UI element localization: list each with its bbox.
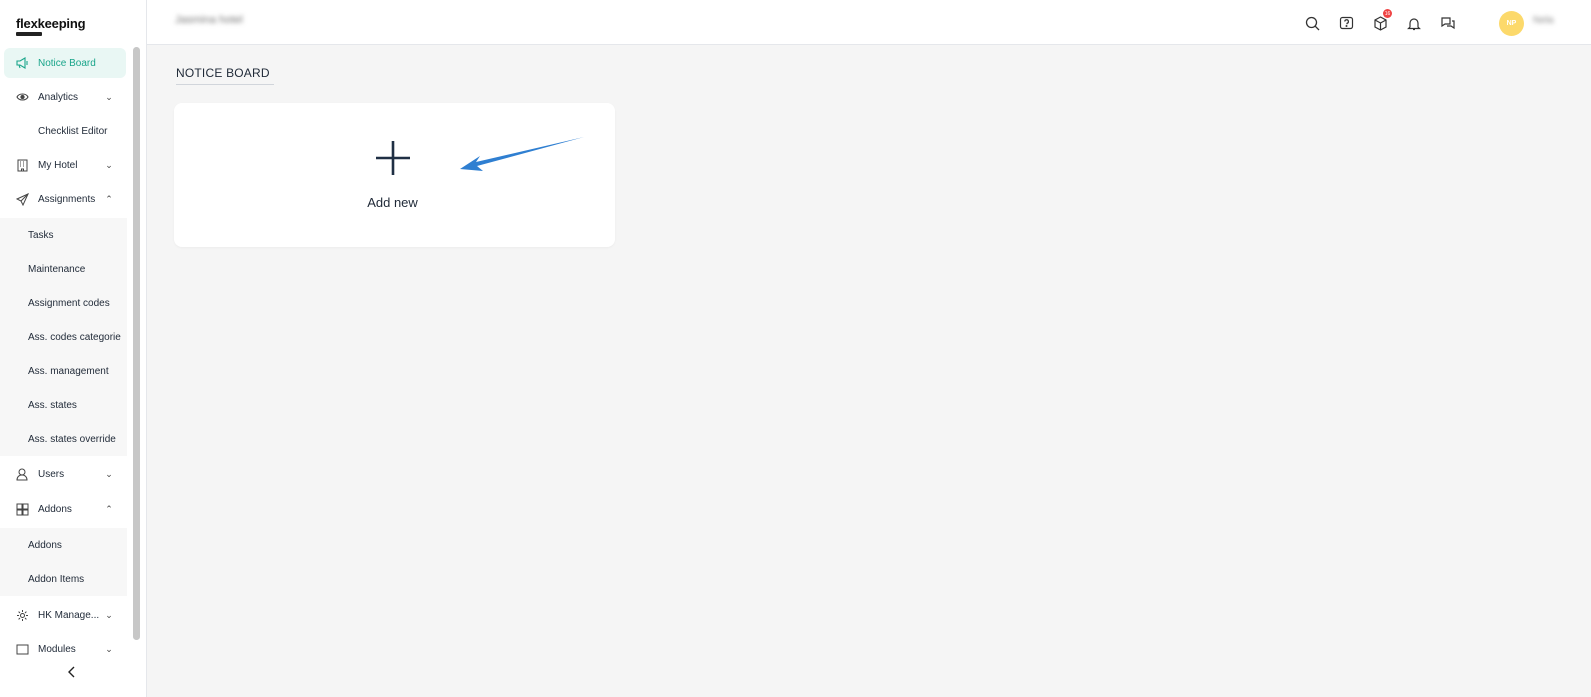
subitem-label: Ass. management [28, 365, 109, 377]
subitem-label: Maintenance [28, 263, 86, 275]
sidebar-item-label: Analytics [38, 91, 79, 103]
sidebar-subitem-ass-management[interactable]: Ass. management [0, 354, 127, 388]
sidebar-item-label: Notice Board [38, 57, 96, 69]
subitem-label: Ass. states override [28, 433, 116, 445]
sidebar-scrollbar[interactable] [133, 47, 140, 640]
collapse-sidebar-icon[interactable] [64, 664, 80, 680]
sidebar-item-users[interactable]: Users ⌄ [4, 459, 126, 489]
sidebar-item-checklist-editor[interactable]: Checklist Editor [4, 116, 126, 146]
box-icon[interactable]: 16 [1370, 9, 1392, 33]
sidebar-item-analytics[interactable]: Analytics ⌄ [4, 82, 126, 112]
help-icon[interactable] [1336, 13, 1356, 33]
sidebar-item-modules[interactable]: Modules ⌄ [4, 634, 126, 660]
top-header: Jasmina hotel 16 NP Nela [147, 0, 1591, 45]
sidebar: flexkeeping Notice Board Analytics ⌄ Che… [0, 0, 147, 697]
subitem-label: Addon Items [28, 573, 85, 585]
gear-icon [15, 608, 29, 622]
chevron-down-icon: ⌄ [105, 609, 113, 620]
send-icon [15, 192, 29, 206]
sidebar-subitem-ass-codes-categories[interactable]: Ass. codes categorie [0, 320, 127, 354]
sidebar-nav: Notice Board Analytics ⌄ Checklist Edito… [0, 44, 130, 660]
sidebar-subitem-addon-items[interactable]: Addon Items [0, 562, 127, 596]
sidebar-item-addons[interactable]: Addons ⌃ [4, 494, 126, 524]
avatar[interactable]: NP [1499, 11, 1524, 36]
sidebar-item-label: Checklist Editor [38, 125, 108, 137]
chevron-down-icon: ⌄ [105, 159, 113, 170]
chat-icon[interactable] [1438, 13, 1458, 33]
building-icon [15, 158, 29, 172]
hotel-selector[interactable]: Jasmina hotel [175, 14, 243, 26]
logo-text: flexkeeping [16, 16, 86, 31]
user-name[interactable]: Nela [1533, 15, 1554, 26]
chevron-up-icon: ⌃ [105, 193, 113, 204]
sidebar-item-label: HK Manage... [38, 609, 100, 621]
sidebar-subitem-ass-states[interactable]: Ass. states [0, 388, 127, 422]
page-title: NOTICE BOARD [176, 66, 274, 85]
sidebar-item-assignments[interactable]: Assignments ⌃ [4, 184, 126, 214]
sidebar-item-label: My Hotel [38, 159, 78, 171]
sidebar-item-label: Addons [38, 503, 72, 515]
sidebar-item-hk-management[interactable]: HK Manage... ⌄ [4, 600, 126, 630]
notification-badge: 16 [1383, 9, 1392, 18]
grid-icon [15, 502, 29, 516]
chevron-down-icon: ⌄ [105, 91, 113, 102]
bell-icon[interactable] [1404, 13, 1424, 33]
sidebar-subitem-ass-states-override[interactable]: Ass. states override [0, 422, 127, 456]
chevron-down-icon: ⌄ [105, 468, 113, 479]
chevron-up-icon: ⌃ [105, 503, 113, 514]
sidebar-item-label: Users [38, 468, 65, 480]
sidebar-scrollbar-thumb[interactable] [133, 47, 140, 640]
subitem-label: Assignment codes [28, 297, 110, 309]
subitem-label: Tasks [28, 229, 54, 241]
sidebar-item-notice-board[interactable]: Notice Board [4, 48, 126, 78]
module-icon [15, 642, 29, 656]
sidebar-subitem-assignment-codes[interactable]: Assignment codes [0, 286, 127, 320]
plus-icon [376, 141, 410, 175]
megaphone-icon [15, 56, 29, 70]
sidebar-subitem-addons[interactable]: Addons [0, 528, 127, 562]
subitem-label: Addons [28, 539, 62, 551]
search-icon[interactable] [1302, 13, 1322, 33]
sidebar-item-label: Modules [38, 643, 76, 655]
eye-icon [15, 90, 29, 104]
logo-bar [16, 32, 42, 36]
chevron-down-icon: ⌄ [105, 643, 113, 654]
subitem-label: Ass. states [28, 399, 77, 411]
sidebar-subitem-tasks[interactable]: Tasks [0, 218, 127, 252]
user-icon [15, 467, 29, 481]
add-new-label: Add new [367, 195, 418, 210]
annotation-arrow-icon [460, 137, 584, 171]
sidebar-item-label: Assignments [38, 193, 96, 205]
subitem-label: Ass. codes categorie [28, 331, 121, 343]
sidebar-item-my-hotel[interactable]: My Hotel ⌄ [4, 150, 126, 180]
logo[interactable]: flexkeeping [16, 16, 86, 36]
sidebar-subitem-maintenance[interactable]: Maintenance [0, 252, 127, 286]
